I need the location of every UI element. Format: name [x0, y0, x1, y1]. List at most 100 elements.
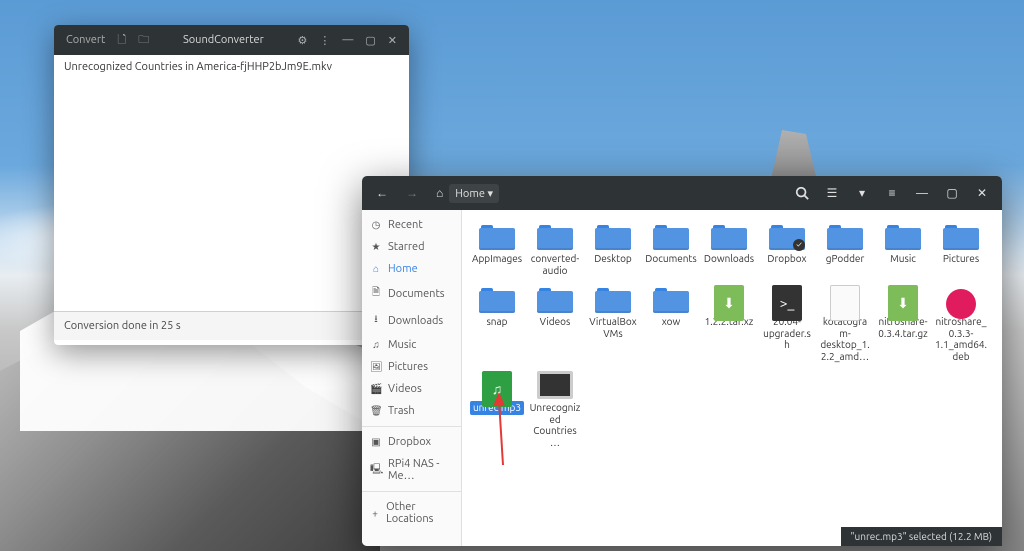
sidebar-item-label: Starred — [388, 241, 425, 253]
sidebar-item-label: Trash — [388, 405, 415, 417]
sidebar-item-pictures[interactable]: 🖼Pictures — [362, 356, 461, 378]
sidebar-item-starred[interactable]: ★ Starred — [362, 236, 461, 258]
file-icon: ⬇ — [714, 285, 744, 321]
sidebar-icon: ★ — [370, 241, 382, 253]
item-label: Documents — [643, 252, 698, 266]
item-label: xow — [660, 315, 683, 329]
hamburger-icon[interactable]: ≡ — [878, 180, 906, 206]
files-titlebar[interactable]: ← → ⌂ Home ▾ ☰ ▾ ≡ — ▢ ✕ — [362, 176, 1002, 210]
add-folder-icon[interactable]: 🗀 — [132, 27, 155, 54]
sidebar-item-downloads[interactable]: ⭳Downloads — [362, 307, 461, 334]
close-icon[interactable]: ✕ — [968, 180, 996, 206]
folder-icon — [885, 222, 921, 250]
minimize-icon[interactable]: — — [908, 180, 936, 206]
files-window: ← → ⌂ Home ▾ ☰ ▾ ≡ — ▢ ✕ ◷Recent ★ Starred… — [362, 176, 1002, 546]
file-item[interactable]: >_20.04-upgrader.sh — [758, 283, 816, 365]
file-icon: ⬇ — [888, 285, 918, 321]
sidebar-item-label: Recent — [388, 219, 423, 231]
soundconverter-file-list[interactable]: Unrecognized Countries in America-fjHHP2… — [54, 55, 409, 311]
convert-button[interactable]: Convert — [60, 30, 111, 50]
minimize-icon[interactable]: — — [336, 30, 359, 50]
soundconverter-status: Conversion done in 25 s — [54, 311, 409, 340]
mount-icon: 🖳 — [370, 462, 382, 479]
breadcrumb-home[interactable]: Home ▾ — [449, 184, 499, 203]
sidebar-item-label: Other Locations — [386, 501, 453, 525]
sidebar-item-recent[interactable]: ◷Recent — [362, 214, 461, 236]
folder-item[interactable]: Desktop — [584, 220, 642, 279]
file-item[interactable]: ♫unrec.mp3 — [468, 369, 526, 451]
files-icon-grid[interactable]: AppImages converted-audio Desktop Documents… — [462, 210, 1002, 546]
item-label: kotatogram-desktop_1.2.2_amd… — [817, 315, 873, 363]
folder-item[interactable]: snap — [468, 283, 526, 365]
file-item[interactable]: ⬇1.2.2.tar.xz — [700, 283, 758, 365]
file-icon — [946, 289, 976, 319]
breadcrumb[interactable]: ⌂ Home ▾ — [428, 184, 507, 203]
forward-button[interactable]: → — [398, 180, 426, 206]
item-label: snap — [484, 315, 509, 329]
sidebar-icon: ⭳ — [370, 312, 382, 329]
folder-item[interactable]: Music — [874, 220, 932, 279]
sidebar-item-trash[interactable]: 🗑Trash — [362, 400, 461, 422]
item-label: VirtualBox VMs — [586, 315, 640, 340]
item-label: Dropbox — [765, 252, 808, 266]
sidebar-item-home[interactable]: ⌂Home — [362, 258, 461, 280]
sidebar-item-music[interactable]: ♫ Music — [362, 334, 461, 356]
file-icon: >_ — [772, 285, 802, 321]
mount-icon: ▣ — [370, 436, 382, 448]
home-icon[interactable]: ⌂ — [436, 186, 443, 200]
folder-item[interactable]: converted-audio — [526, 220, 584, 279]
add-file-icon[interactable]: 🗋 — [111, 27, 132, 54]
sidebar-icon: ♫ — [370, 339, 382, 351]
file-item[interactable]: nitroshare_0.3.3-1.1_amd64.deb — [932, 283, 990, 365]
item-label: Downloads — [702, 252, 756, 266]
soundconverter-title: SoundConverter — [183, 34, 264, 46]
folder-item[interactable]: Pictures — [932, 220, 990, 279]
gear-icon[interactable]: ⚙ — [292, 30, 314, 51]
files-statusbar: "unrec.mp3" selected (12.2 MB) — [841, 527, 1002, 546]
sidebar-item-label: Home — [388, 263, 418, 275]
folder-icon — [595, 222, 631, 250]
sidebar-item-documents[interactable]: 🗎Documents — [362, 280, 461, 307]
soundconverter-titlebar[interactable]: Convert 🗋 🗀 SoundConverter ⚙ ⋮ — ▢ ✕ — [54, 25, 409, 55]
item-label: Pictures — [941, 252, 981, 266]
file-item[interactable]: kotatogram-desktop_1.2.2_amd… — [816, 283, 874, 365]
sync-badge-icon: ✓ — [793, 239, 805, 251]
folder-item[interactable]: Videos — [526, 283, 584, 365]
file-item[interactable]: ⬇nitroshare-0.3.4.tar.gz — [874, 283, 932, 365]
search-icon[interactable] — [788, 180, 816, 206]
close-icon[interactable]: ✕ — [382, 30, 403, 51]
folder-icon — [595, 285, 631, 313]
folder-icon — [479, 285, 515, 313]
item-label: nitroshare_0.3.3-1.1_amd64.deb — [933, 315, 989, 363]
sidebar-other-locations[interactable]: + Other Locations — [362, 496, 461, 530]
item-label: Music — [888, 252, 918, 266]
view-list-icon[interactable]: ☰ — [818, 180, 846, 206]
sidebar-item-label: Music — [388, 339, 416, 351]
sidebar-mount[interactable]: ▣ Dropbox — [362, 431, 461, 453]
folder-item[interactable]: xow — [642, 283, 700, 365]
sidebar-mount[interactable]: 🖳RPi4 NAS - Me… — [362, 453, 461, 487]
folder-item[interactable]: VirtualBox VMs — [584, 283, 642, 365]
folder-icon — [711, 222, 747, 250]
folder-item[interactable]: AppImages — [468, 220, 526, 279]
sidebar-icon: 🎬 — [370, 383, 382, 395]
folder-item[interactable]: gPodder — [816, 220, 874, 279]
plus-icon: + — [370, 508, 380, 519]
sidebar-item-label: Dropbox — [388, 436, 431, 448]
folder-item[interactable]: Downloads — [700, 220, 758, 279]
maximize-icon[interactable]: ▢ — [938, 180, 966, 206]
item-label: converted-audio — [528, 252, 582, 277]
item-label: Desktop — [592, 252, 634, 266]
back-button[interactable]: ← — [368, 180, 396, 206]
view-menu-icon[interactable]: ▾ — [848, 180, 876, 206]
folder-item[interactable]: ✓Dropbox — [758, 220, 816, 279]
item-label: Videos — [538, 315, 573, 329]
folder-icon — [653, 285, 689, 313]
kebab-icon[interactable]: ⋮ — [313, 30, 336, 51]
item-label: AppImages — [470, 252, 524, 266]
maximize-icon[interactable]: ▢ — [359, 30, 381, 51]
file-entry[interactable]: Unrecognized Countries in America-fjHHP2… — [64, 61, 399, 73]
sidebar-item-videos[interactable]: 🎬Videos — [362, 378, 461, 400]
folder-item[interactable]: Documents — [642, 220, 700, 279]
file-item[interactable]: Unrecognized Countries … — [526, 369, 584, 451]
